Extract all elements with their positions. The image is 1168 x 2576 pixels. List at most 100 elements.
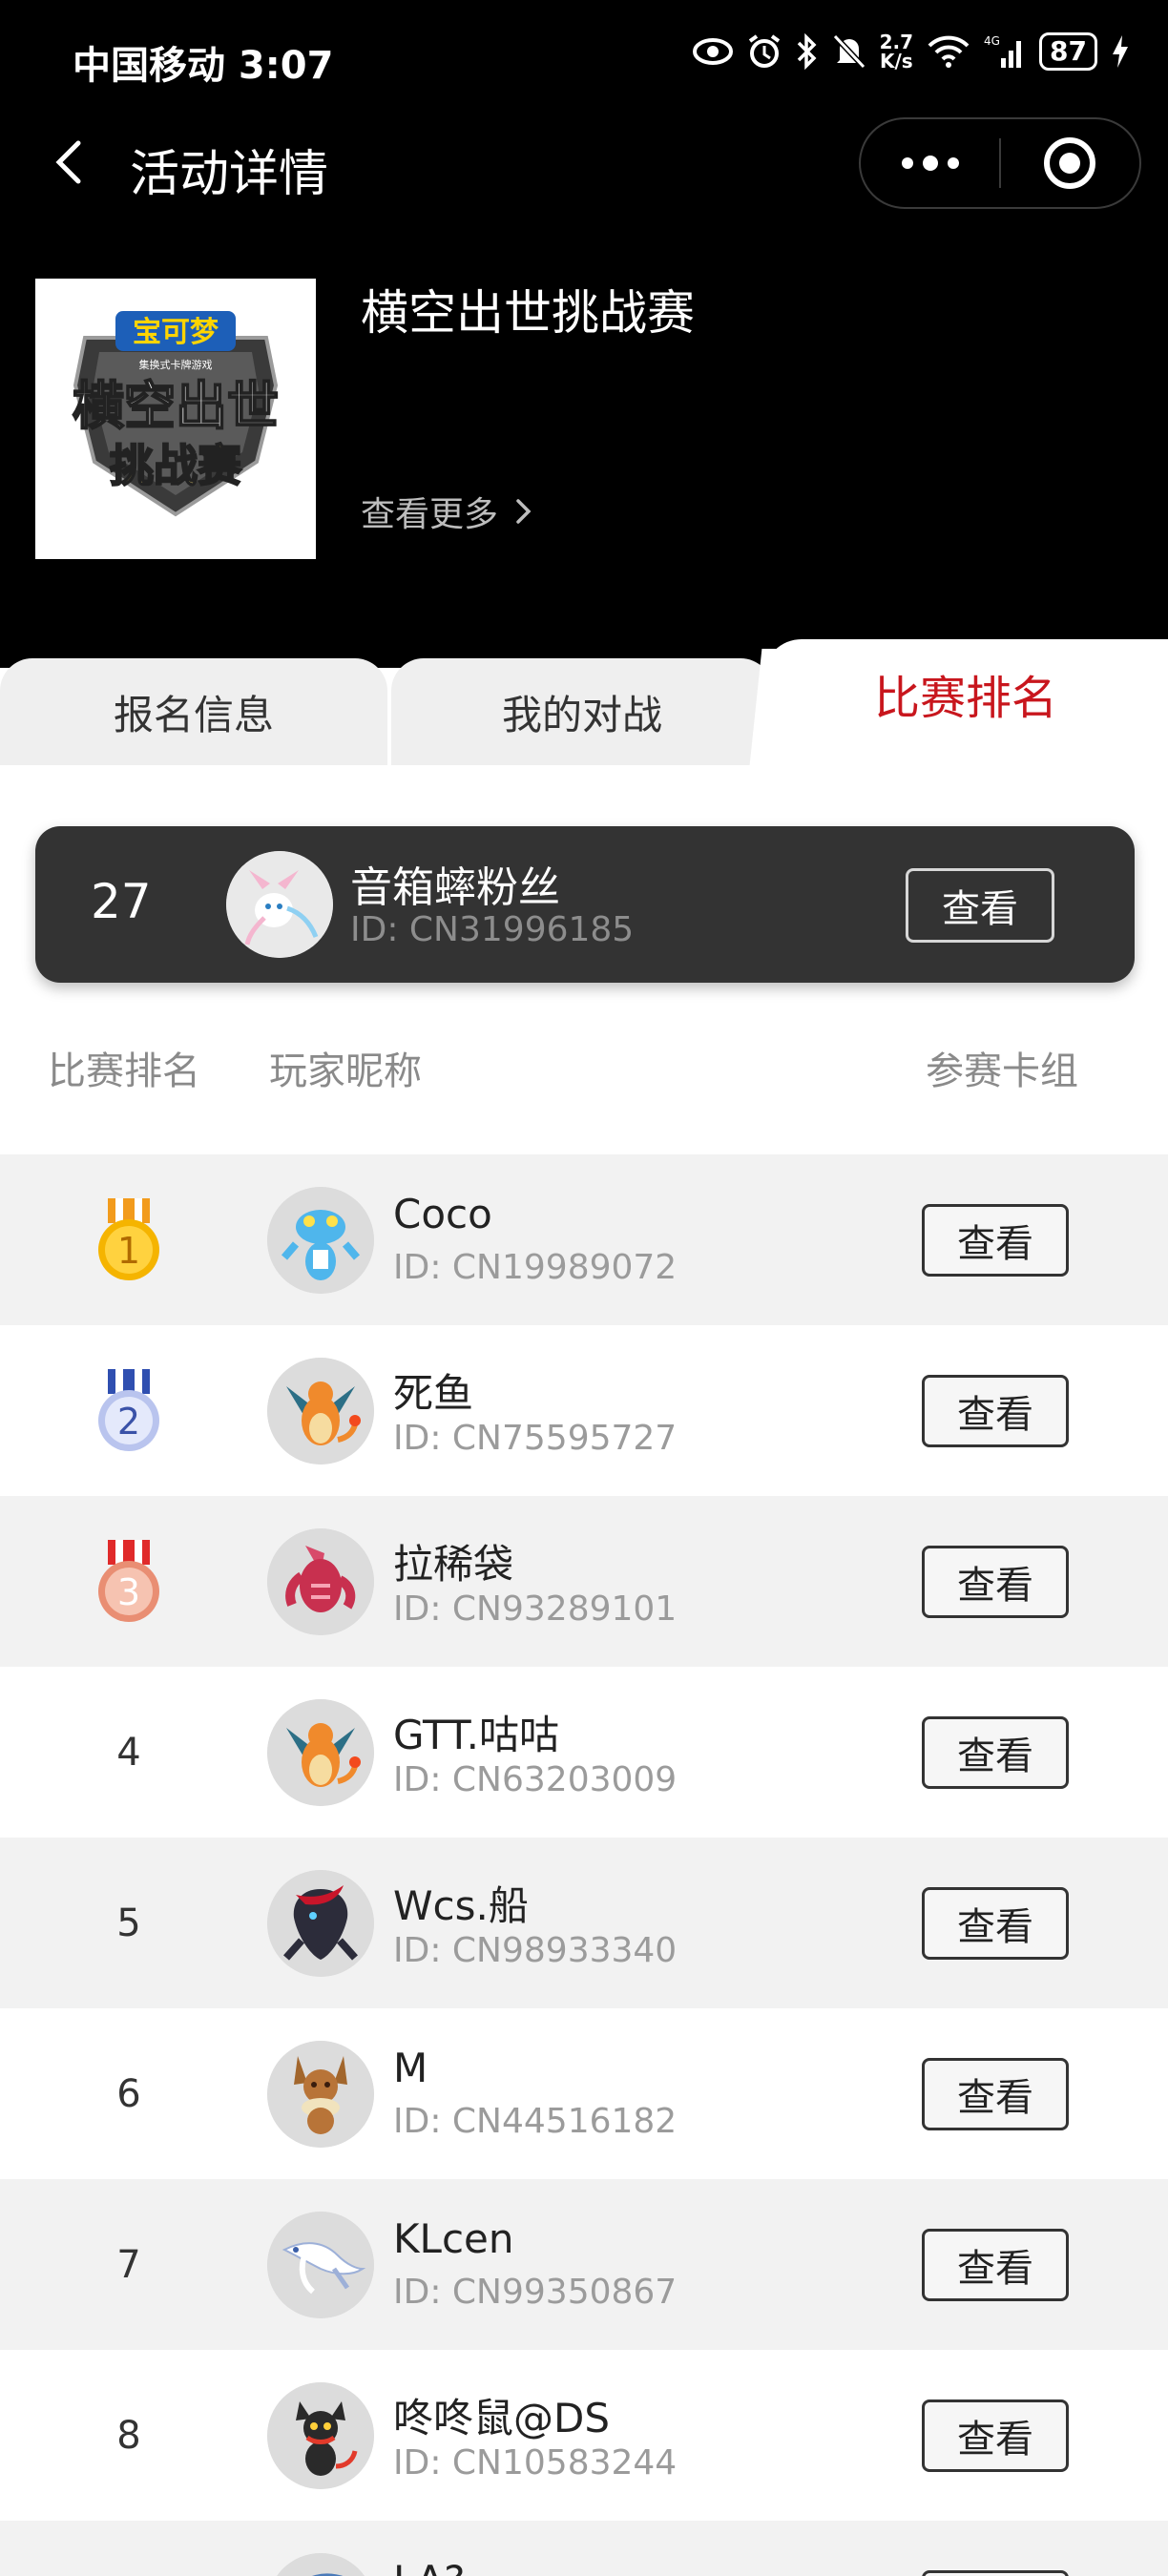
view-deck-button[interactable]: 查看	[922, 1887, 1069, 1960]
avatar	[267, 1528, 374, 1635]
svg-text:4G: 4G	[984, 34, 1000, 48]
header-nickname: 玩家昵称	[269, 1049, 422, 1093]
table-row: 1 Coco ID: CN19989072 查看	[0, 1154, 1168, 1325]
rank-number: 6	[116, 2071, 141, 2116]
mute-icon	[832, 33, 866, 70]
avatar	[267, 2382, 374, 2489]
player-id: ID: CN19989072	[393, 1248, 678, 1287]
chevron-right-icon	[516, 499, 532, 524]
player-id: ID: CN44516182	[393, 2102, 678, 2141]
table-row: 7 KLcen ID: CN99350867 查看	[0, 2179, 1168, 2350]
rank-number: 9	[0, 2521, 258, 2576]
signal-icon: 4G	[984, 34, 1022, 68]
logo-brand-text: 宝可梦	[133, 316, 219, 349]
table-row: 6 M ID: CN44516182 查看	[0, 2008, 1168, 2179]
more-dots-icon	[901, 156, 959, 171]
ranking-list: 1 Coco ID: CN19989072 查看 2 死鱼 ID: CN7559…	[0, 1154, 1168, 2576]
table-row: 2 死鱼 ID: CN75595727 查看	[0, 1325, 1168, 1496]
ranking-table-header: 比赛排名 玩家昵称 参赛卡组	[0, 1040, 1168, 1097]
charging-icon	[1113, 35, 1128, 68]
my-rank-number: 27	[91, 874, 152, 929]
avatar	[267, 1358, 374, 1465]
avatar	[267, 2553, 374, 2576]
page-title: 活动详情	[130, 146, 329, 203]
my-view-deck-button[interactable]: 查看	[906, 868, 1054, 943]
player-nickname: Wcs.船	[393, 1882, 529, 1929]
tab-registration-info[interactable]: 报名信息	[0, 658, 387, 765]
player-id: ID: CN98933340	[393, 1931, 678, 1970]
status-carrier-time: 中国移动 3:07	[73, 44, 334, 88]
rank-number: 5	[116, 1901, 141, 1945]
my-avatar	[226, 851, 333, 958]
see-more-link[interactable]: 查看更多	[361, 487, 532, 536]
view-deck-button[interactable]: 查看	[922, 2399, 1069, 2472]
view-deck-button[interactable]: 查看	[922, 1546, 1069, 1618]
table-row: 4 GTT.咕咕 ID: CN63203009 查看	[0, 1667, 1168, 1838]
player-nickname: LA?	[393, 2557, 465, 2576]
nav-bar: 活动详情	[0, 113, 1168, 218]
player-nickname: KLcen	[393, 2215, 514, 2262]
medal-number: 2	[117, 1401, 140, 1443]
silver-medal-icon: 2	[98, 1369, 159, 1451]
view-deck-button[interactable]: 查看	[922, 2229, 1069, 2301]
tab-bar: 报名信息 我的对战 比赛排名	[0, 639, 1168, 765]
avatar	[267, 1187, 374, 1294]
gold-medal-icon: 1	[98, 1198, 159, 1280]
header-deck: 参赛卡组	[926, 1049, 1078, 1093]
rank-number: 7	[116, 2242, 141, 2287]
back-button[interactable]	[42, 134, 99, 191]
player-nickname: Coco	[393, 1191, 492, 1237]
player-id: ID: CN63203009	[393, 1760, 678, 1799]
net-speed-unit: K/s	[879, 50, 913, 73]
rank-number: 4	[116, 1730, 141, 1775]
bluetooth-icon	[797, 33, 817, 70]
logo-title-text: 横空出世	[73, 376, 279, 436]
player-nickname: M	[393, 2045, 428, 2091]
view-deck-button[interactable]: 查看	[922, 2058, 1069, 2130]
player-id: ID: CN75595727	[393, 1419, 678, 1458]
tab-rankings[interactable]: 比赛排名	[763, 639, 1168, 765]
medal-number: 1	[117, 1230, 140, 1272]
logo-challenge-text: 挑战赛	[110, 440, 242, 491]
logo-sub-text: 集换式卡牌游戏	[139, 358, 213, 371]
view-deck-button[interactable]: 查看	[922, 1204, 1069, 1277]
avatar	[267, 2212, 374, 2318]
see-more-label: 查看更多	[361, 495, 499, 534]
player-nickname: 死鱼	[393, 1370, 474, 1417]
status-icons: 2.7 K/s 4G 87	[692, 32, 1130, 71]
close-miniprogram-button[interactable]	[1001, 119, 1139, 207]
avatar	[267, 2041, 374, 2148]
alarm-icon	[748, 34, 780, 68]
player-id: ID: CN10583244	[393, 2443, 678, 2483]
battery-indicator: 87	[1039, 32, 1097, 71]
eye-icon	[692, 38, 733, 65]
avatar	[267, 1870, 374, 1977]
player-nickname: GTT.咕咕	[393, 1712, 559, 1758]
header-rank: 比赛排名	[48, 1049, 200, 1093]
my-player-id: ID: CN31996185	[350, 910, 635, 949]
table-row: 5 Wcs.船 ID: CN98933340 查看	[0, 1838, 1168, 2008]
chevron-left-icon	[55, 140, 81, 184]
table-row: 3 拉稀袋 ID: CN93289101 查看	[0, 1496, 1168, 1667]
event-logo: 宝可梦 集换式卡牌游戏 横空出世 挑战赛	[35, 279, 316, 559]
more-button[interactable]	[861, 119, 999, 207]
rank-number: 8	[116, 2413, 141, 2458]
net-speed-value: 2.7	[879, 31, 914, 53]
wifi-icon	[928, 35, 970, 68]
view-deck-button[interactable]: 查看	[922, 1375, 1069, 1447]
event-title: 横空出世挑战赛	[361, 285, 695, 341]
player-nickname: 咚咚鼠@DS	[393, 2395, 611, 2441]
avatar	[267, 1699, 374, 1806]
my-nickname: 音箱蟀粉丝	[350, 863, 560, 912]
tab-my-matches[interactable]: 我的对战	[391, 658, 773, 765]
net-speed: 2.7 K/s	[880, 32, 913, 71]
miniprogram-capsule	[859, 117, 1141, 209]
bronze-medal-icon: 3	[98, 1540, 159, 1622]
view-deck-button[interactable]: 查看	[922, 2570, 1069, 2576]
target-circle-icon	[1044, 137, 1096, 189]
my-ranking-card: 27 音箱蟀粉丝 ID: CN31996185 查看	[35, 826, 1135, 983]
status-bar: 中国移动 3:07 2.7 K/s 4G 87	[0, 0, 1168, 113]
view-deck-button[interactable]: 查看	[922, 1716, 1069, 1789]
table-row: 8 咚咚鼠@DS ID: CN10583244 查看	[0, 2350, 1168, 2521]
player-nickname: 拉稀袋	[393, 1541, 514, 1588]
